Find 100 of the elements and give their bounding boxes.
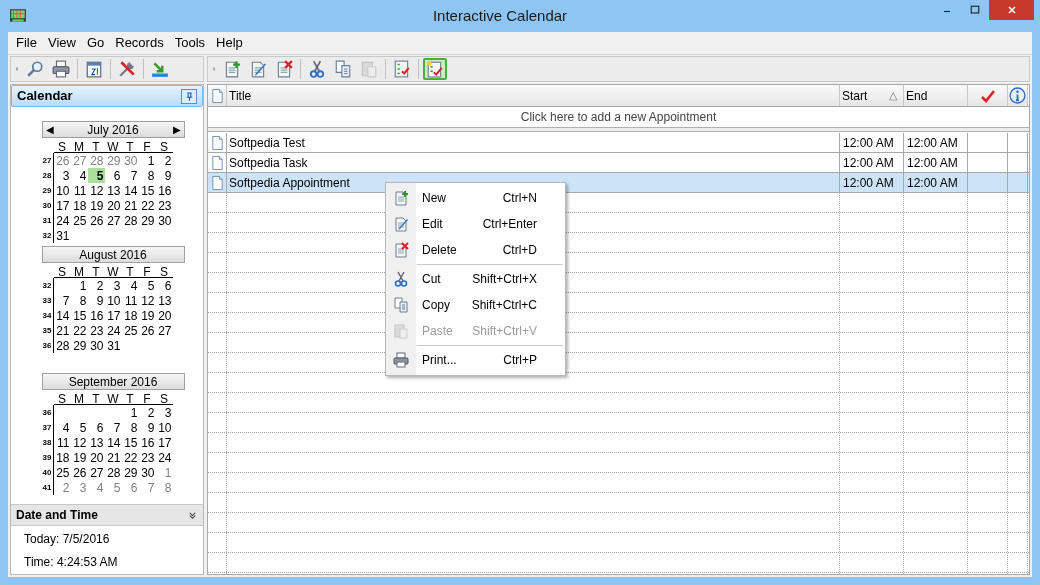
menu-item[interactable]: View: [43, 33, 80, 53]
column-header[interactable]: [208, 85, 227, 106]
calendar-day[interactable]: 15: [121, 435, 139, 450]
calendar-day[interactable]: 1: [155, 465, 173, 480]
calendar-day[interactable]: 16: [138, 435, 156, 450]
calendar-day[interactable]: 4: [70, 168, 88, 183]
calendar-day[interactable]: 24: [104, 323, 122, 338]
calendar-day[interactable]: 1: [138, 153, 156, 168]
calendar-day[interactable]: 29: [121, 465, 139, 480]
calendar-day[interactable]: 4: [87, 480, 105, 495]
calendar-day[interactable]: 11: [121, 293, 139, 308]
calendar-day[interactable]: 11: [53, 435, 71, 450]
calendar-day[interactable]: 14: [121, 183, 139, 198]
calendar-day[interactable]: 13: [87, 435, 105, 450]
calendar-day[interactable]: 8: [121, 420, 139, 435]
calendar-day[interactable]: 5: [104, 480, 122, 495]
previous-month-button[interactable]: ◀: [45, 122, 54, 137]
calendar-day[interactable]: 18: [121, 308, 139, 323]
calendar-day[interactable]: 17: [155, 435, 173, 450]
calendar-day[interactable]: 26: [138, 323, 156, 338]
calendar-day[interactable]: 16: [155, 183, 173, 198]
calendar-day[interactable]: 31: [104, 338, 122, 353]
calendar-day[interactable]: 2: [53, 480, 71, 495]
calendar-day[interactable]: 22: [138, 198, 156, 213]
calendar-day[interactable]: 27: [155, 323, 173, 338]
calendar-day[interactable]: 25: [53, 465, 71, 480]
calendar-day[interactable]: 28: [53, 338, 71, 353]
calendar-day[interactable]: 26: [87, 213, 105, 228]
calendar-day[interactable]: 28: [121, 213, 139, 228]
calendar-day[interactable]: 24: [53, 213, 71, 228]
calendar-day[interactable]: 31: [53, 228, 71, 243]
calendar-day[interactable]: 26: [70, 465, 88, 480]
calendar-day[interactable]: 11: [70, 183, 88, 198]
calendar-day[interactable]: 5: [70, 420, 88, 435]
menu-item[interactable]: Records: [111, 33, 168, 53]
calendar-day[interactable]: 17: [53, 198, 71, 213]
calendar-day[interactable]: 30: [138, 465, 156, 480]
menu-item[interactable]: Cut Shift+Ctrl+X: [386, 266, 565, 292]
calendar-day[interactable]: 19: [87, 198, 105, 213]
calendar-day[interactable]: 23: [87, 323, 105, 338]
calendar-day[interactable]: 25: [70, 213, 88, 228]
menu-item[interactable]: Delete Ctrl+D: [386, 237, 565, 263]
calendar-day[interactable]: 21: [53, 323, 71, 338]
menu-item[interactable]: Edit Ctrl+Enter: [386, 211, 565, 237]
menu-item[interactable]: Copy Shift+Ctrl+C: [386, 292, 565, 318]
calendar-day[interactable]: 8: [70, 293, 88, 308]
calendar-day[interactable]: 7: [104, 420, 122, 435]
toolbar-button[interactable]: [423, 58, 447, 80]
calendar-day[interactable]: 20: [104, 198, 122, 213]
calendar-day[interactable]: 1: [121, 405, 139, 420]
calendar-day[interactable]: 6: [87, 420, 105, 435]
calendar-day[interactable]: 27: [87, 465, 105, 480]
close-button[interactable]: [989, 0, 1034, 20]
calendar-day[interactable]: 2: [155, 153, 173, 168]
column-header[interactable]: Start △: [840, 85, 904, 106]
calendar-day[interactable]: 4: [121, 278, 139, 293]
calendar-day[interactable]: 10: [104, 293, 122, 308]
calendar-day[interactable]: 15: [138, 183, 156, 198]
calendar-day[interactable]: 27: [104, 213, 122, 228]
column-header[interactable]: [1008, 85, 1028, 106]
calendar-day[interactable]: 10: [53, 183, 71, 198]
calendar-day[interactable]: 7: [53, 293, 71, 308]
calendar-day[interactable]: 3: [155, 405, 173, 420]
menu-item[interactable]: File: [12, 33, 41, 53]
calendar-day[interactable]: 3: [70, 480, 88, 495]
calendar-day[interactable]: 28: [87, 153, 105, 168]
calendar-day[interactable]: 21: [121, 198, 139, 213]
menu-item[interactable]: Go: [82, 33, 109, 53]
calendar-day[interactable]: 21: [104, 450, 122, 465]
calendar-day[interactable]: 29: [104, 153, 122, 168]
calendar-day[interactable]: 19: [138, 308, 156, 323]
next-month-button[interactable]: ▶: [172, 122, 181, 137]
calendar-day[interactable]: 2: [138, 405, 156, 420]
calendar-day[interactable]: 13: [104, 183, 122, 198]
calendar-day[interactable]: 15: [70, 308, 88, 323]
calendar-day[interactable]: 8: [138, 168, 156, 183]
add-appointment-row[interactable]: Click here to add a new Appointment: [208, 107, 1029, 127]
calendar-day[interactable]: 6: [121, 480, 139, 495]
calendar-day[interactable]: 29: [70, 338, 88, 353]
calendar-day[interactable]: 30: [155, 213, 173, 228]
calendar-day[interactable]: 8: [155, 480, 173, 495]
calendar-day[interactable]: 9: [155, 168, 173, 183]
calendar-day[interactable]: 25: [121, 323, 139, 338]
calendar-day[interactable]: 20: [155, 308, 173, 323]
calendar-day[interactable]: 1: [70, 278, 88, 293]
menu-item[interactable]: Print... Ctrl+P: [386, 347, 565, 373]
menu-item[interactable]: Tools: [170, 33, 210, 53]
calendar-day[interactable]: 18: [53, 450, 71, 465]
calendar-day[interactable]: 12: [87, 183, 105, 198]
calendar-day[interactable]: 6: [104, 168, 122, 183]
calendar-day[interactable]: 3: [104, 278, 122, 293]
calendar-day[interactable]: 7: [138, 480, 156, 495]
calendar-day[interactable]: 23: [155, 198, 173, 213]
calendar-day[interactable]: 26: [53, 153, 71, 168]
calendar-day[interactable]: 29: [138, 213, 156, 228]
calendar-day[interactable]: 20: [87, 450, 105, 465]
calendar-day[interactable]: 5: [87, 168, 105, 183]
menu-item[interactable]: Help: [212, 33, 247, 53]
column-header[interactable]: [968, 85, 1008, 106]
toolbar-button[interactable]: [49, 58, 73, 80]
